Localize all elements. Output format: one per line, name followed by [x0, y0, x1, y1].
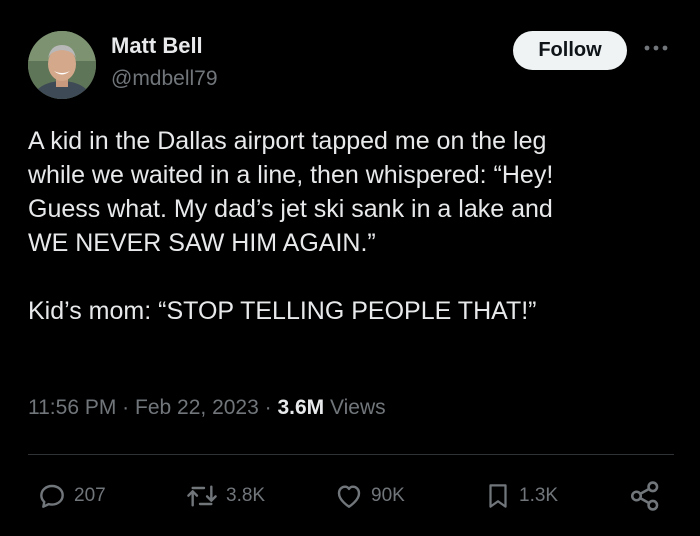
divider	[28, 454, 674, 455]
tweet-meta: 11:56 PM · Feb 22, 2023 · 3.6M Views	[28, 396, 386, 420]
reply-icon	[40, 484, 64, 508]
tweet-text-line: while we waited in a line, then whispere…	[28, 161, 554, 189]
bookmark-button[interactable]: 1.3K	[483, 476, 558, 516]
profile-photo-icon	[28, 31, 96, 99]
more-dots-icon	[644, 45, 668, 51]
reply-count: 207	[74, 485, 106, 506]
tweet-time[interactable]: 11:56 PM	[28, 396, 116, 419]
meta-separator: ·	[122, 396, 130, 419]
share-icon	[630, 481, 659, 511]
tweet-text-line: A kid in the Dallas airport tapped me on…	[28, 127, 547, 155]
tweet-text-line: Kid’s mom: “STOP TELLING PEOPLE THAT!”	[28, 297, 537, 325]
tweet-card: Matt Bell @mdbell79 Follow A kid in the …	[0, 0, 700, 536]
user-handle[interactable]: @mdbell79	[111, 67, 218, 91]
tweet-text-line: Guess what. My dad’s jet ski sank in a l…	[28, 195, 553, 223]
reply-button[interactable]: 207	[36, 476, 106, 516]
tweet-text: A kid in the Dallas airport tapped me on…	[28, 124, 688, 328]
share-button[interactable]	[628, 476, 662, 516]
avatar[interactable]	[28, 31, 96, 99]
follow-button[interactable]: Follow	[513, 31, 627, 70]
display-name[interactable]: Matt Bell	[111, 33, 203, 59]
views-count: 3.6M	[277, 396, 325, 419]
more-options-button[interactable]	[641, 36, 671, 60]
views-label: Views	[330, 396, 386, 419]
bookmark-count: 1.3K	[519, 485, 559, 506]
like-count: 90K	[371, 485, 405, 506]
bookmark-icon	[489, 484, 507, 508]
repost-button[interactable]: 3.8K	[184, 476, 265, 516]
repost-count: 3.8K	[226, 485, 266, 506]
meta-separator: ·	[264, 396, 272, 419]
tweet-date[interactable]: Feb 22, 2023	[135, 396, 259, 419]
like-button[interactable]: 90K	[333, 476, 405, 516]
heart-icon	[337, 485, 361, 508]
repost-icon	[187, 485, 217, 507]
tweet-text-line: WE NEVER SAW HIM AGAIN.”	[28, 229, 376, 257]
action-bar: 207 3.8K 90K 1.3K	[0, 476, 700, 516]
